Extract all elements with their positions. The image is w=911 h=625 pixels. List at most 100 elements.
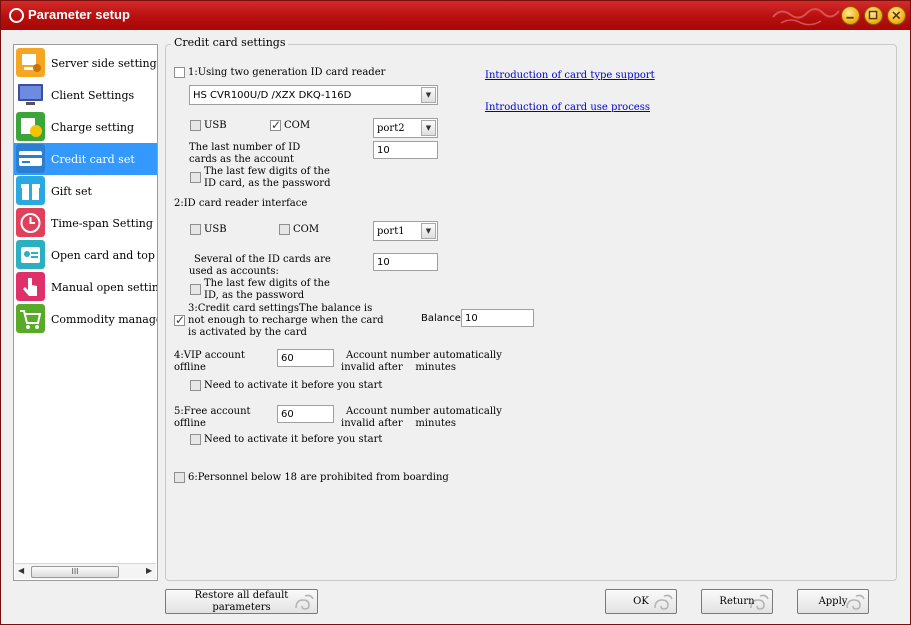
opt1-checkbox[interactable] [174,67,185,78]
sidebar-item-credit-card-set[interactable]: Credit card set [14,143,157,175]
sidebar-item-label: Credit card set [51,153,135,166]
opt1-last-number-input[interactable] [373,141,438,159]
app-logo-icon [9,8,24,23]
sidebar-item-open-card-top-up[interactable]: Open card and top up [14,239,157,271]
opt1-label: 1:Using two generation ID card reader [188,67,386,78]
maximize-button[interactable] [864,6,883,25]
sidebar-item-commodity-management[interactable]: Commodity management [14,303,157,335]
reader-model-select[interactable]: HS CVR100U/D /XZX DKQ-116D ▼ [189,85,438,105]
open-card-icon [16,240,45,269]
gift-icon [16,176,45,205]
opt2-port-select[interactable]: port1 ▼ [373,221,438,241]
opt1-password-line1: The last few digits of the [204,166,330,177]
ok-button[interactable]: OK [605,589,677,614]
opt1-com-checkbox[interactable]: ✓ [270,118,282,132]
card-type-support-link[interactable]: Introduction of card type support [485,70,655,81]
opt4-activate-checkbox[interactable] [190,380,201,391]
opt2-usb-checkbox[interactable] [190,224,201,235]
sidebar-horizontal-scrollbar[interactable]: ◀ III ▶ [15,563,156,579]
opt2-password-checkbox[interactable] [190,284,201,295]
monitor-icon [18,84,43,105]
opt1-port-select[interactable]: port2 ▼ [373,118,438,138]
settings-nav-list: Server side settings Client Settings Cha… [13,44,158,581]
restore-line1: Restore all default [194,590,289,601]
minimize-button[interactable] [841,6,860,25]
opt2-usb-label: USB [204,224,227,235]
sidebar-item-label: Open card and top up [51,249,157,262]
opt3-checkbox[interactable]: ✓ [174,313,186,327]
parameter-setup-window: Parameter setup Server side settings Cli… [0,0,911,625]
opt2-accounts-line1: Several of the ID cards are [194,254,331,265]
opt1-port-value: port2 [377,123,405,134]
check-mark-icon: ✓ [271,118,282,132]
opt2-port-value: port1 [377,226,405,237]
scroll-left-icon[interactable]: ◀ [18,566,24,575]
balance-label: Balance [421,313,461,324]
window-title: Parameter setup [28,7,130,22]
vip-offline-minutes-input[interactable] [277,349,334,367]
opt5-line2: offline [174,418,206,429]
opt2-password-line1: The last few digits of the [204,278,330,289]
title-bar[interactable]: Parameter setup [1,1,910,30]
opt2-password-line2: ID, as the password [204,290,305,301]
opt1-last-number-line2: cards as the account [189,154,294,165]
opt3-line1: 3:Credit card settingsThe balance is [188,303,373,314]
opt2-accounts-input[interactable] [373,253,438,271]
opt5-activate-checkbox[interactable] [190,434,201,445]
opt4-desc-line1: Account number automatically [346,350,502,361]
scroll-right-icon[interactable]: ▶ [146,566,152,575]
opt3-line3: is activated by the card [188,327,307,338]
apply-label: Apply [818,596,848,607]
opt4-activate-label: Need to activate it before you start [204,380,383,391]
ok-label: OK [633,596,649,607]
close-icon [892,11,901,20]
balance-input[interactable] [461,309,534,327]
sidebar-item-label: Time-span Setting [51,217,153,230]
sidebar-item-label: Gift set [51,185,92,198]
opt1-usb-checkbox[interactable] [190,120,201,131]
cart-icon [16,304,45,333]
swirl-ornament-icon [846,594,865,610]
clock-icon [16,208,45,237]
opt5-activate-label: Need to activate it before you start [204,434,383,445]
card-use-process-link[interactable]: Introduction of card use process [485,102,650,113]
restore-defaults-button[interactable]: Restore all default parameters [165,589,318,614]
opt5-desc-line2: invalid after minutes [341,418,456,429]
sidebar-item-manual-open-settings[interactable]: Manual open settings [14,271,158,303]
scroll-thumb[interactable]: III [31,566,119,578]
server-settings-icon [16,48,45,77]
opt2-label: 2:ID card reader interface [174,198,308,209]
opt4-line1: 4:VIP account [174,350,245,361]
opt5-desc-line1: Account number automatically [346,406,502,417]
free-offline-minutes-input[interactable] [277,405,334,423]
opt2-com-label: COM [293,224,320,235]
sidebar-item-client-settings[interactable]: Client Settings [14,79,157,111]
opt1-last-number-line1: The last number of ID [189,142,301,153]
maximize-icon [868,10,878,20]
minimize-icon [846,16,854,19]
opt6-label: 6:Personnel below 18 are prohibited from… [188,472,449,483]
opt3-line2: not enough to recharge when the card [188,315,384,326]
sidebar-item-label: Charge setting [51,121,135,134]
chevron-down-icon: ▼ [421,223,436,239]
sidebar-item-charge-setting[interactable]: Charge setting [14,111,157,143]
return-button[interactable]: Return [701,589,773,614]
opt5-line1: 5:Free account [174,406,251,417]
reader-model-value: HS CVR100U/D /XZX DKQ-116D [193,90,352,101]
check-mark-icon: ✓ [175,313,186,327]
opt4-desc-line2: invalid after minutes [341,362,456,373]
chevron-down-icon: ▼ [421,120,436,136]
sidebar-item-gift-set[interactable]: Gift set [14,175,157,207]
charge-clock-icon [16,112,45,141]
sidebar-item-label: Manual open settings [51,281,158,294]
sidebar-item-time-span-setting[interactable]: Time-span Setting [14,207,157,239]
apply-button[interactable]: Apply [797,589,869,614]
cloud-ornament-icon [772,8,840,26]
opt2-accounts-line2: used as accounts: [189,266,279,277]
opt6-checkbox[interactable] [174,472,185,483]
opt2-com-checkbox[interactable] [279,224,290,235]
close-button[interactable] [887,6,906,25]
opt1-usb-label: USB [204,120,227,131]
opt1-password-checkbox[interactable] [190,172,201,183]
sidebar-item-server-side-settings[interactable]: Server side settings [14,47,157,79]
